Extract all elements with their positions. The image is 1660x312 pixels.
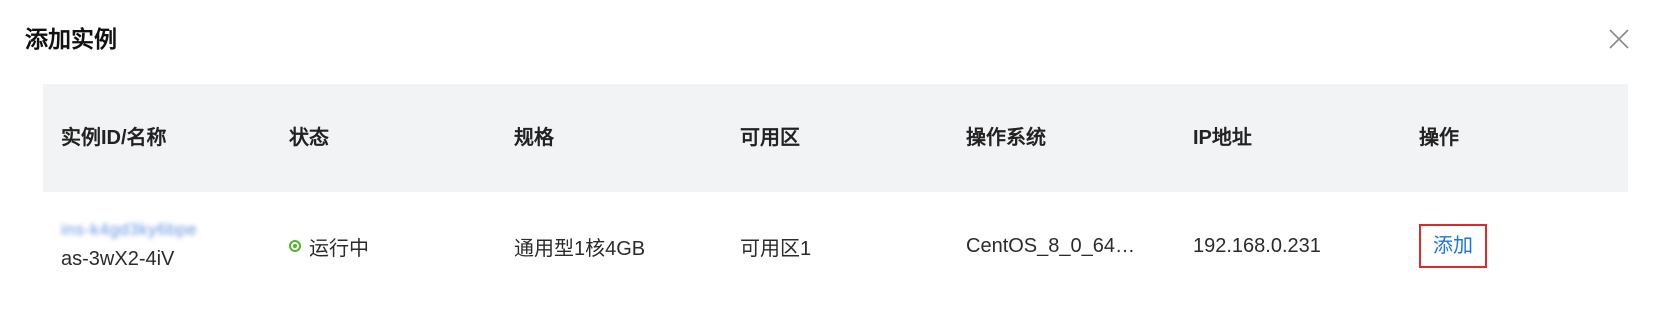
instance-cell: ins-k4gd3ky6bpe as-3wX2-4iV [61,192,197,300]
column-header-spec: 规格 [514,127,554,149]
dialog-title: 添加实例 [25,26,117,52]
instance-table: 实例ID/名称 状态 规格 可用区 操作系统 IP地址 操作 ins-k4gd3… [43,84,1628,300]
status-text: 运行中 [309,237,369,260]
action-cell: 添加 [1419,192,1487,300]
add-instance-button[interactable]: 添加 [1419,224,1487,268]
table-row: ins-k4gd3ky6bpe as-3wX2-4iV 运行中 通用型1核4GB… [43,192,1628,300]
instance-id[interactable]: ins-k4gd3ky6bpe [61,219,197,241]
instance-name: as-3wX2-4iV [61,248,175,270]
zone-cell: 可用区1 [740,237,812,260]
column-header-status: 状态 [289,127,329,149]
ip-cell: 192.168.0.231 [1193,234,1321,257]
os-cell: CentOS_8_0_64… [966,234,1136,257]
spec-cell: 通用型1核4GB [514,237,646,260]
close-icon[interactable] [1607,27,1631,51]
column-header-zone: 可用区 [740,127,800,149]
table-header: 实例ID/名称 状态 规格 可用区 操作系统 IP地址 操作 [43,84,1628,192]
column-header-ip: IP地址 [1193,127,1252,149]
status-running-icon [289,240,301,252]
column-header-action: 操作 [1419,127,1459,149]
column-header-os: 操作系统 [966,127,1046,149]
column-header-instance: 实例ID/名称 [61,127,167,149]
status-cell: 运行中 [289,192,369,300]
